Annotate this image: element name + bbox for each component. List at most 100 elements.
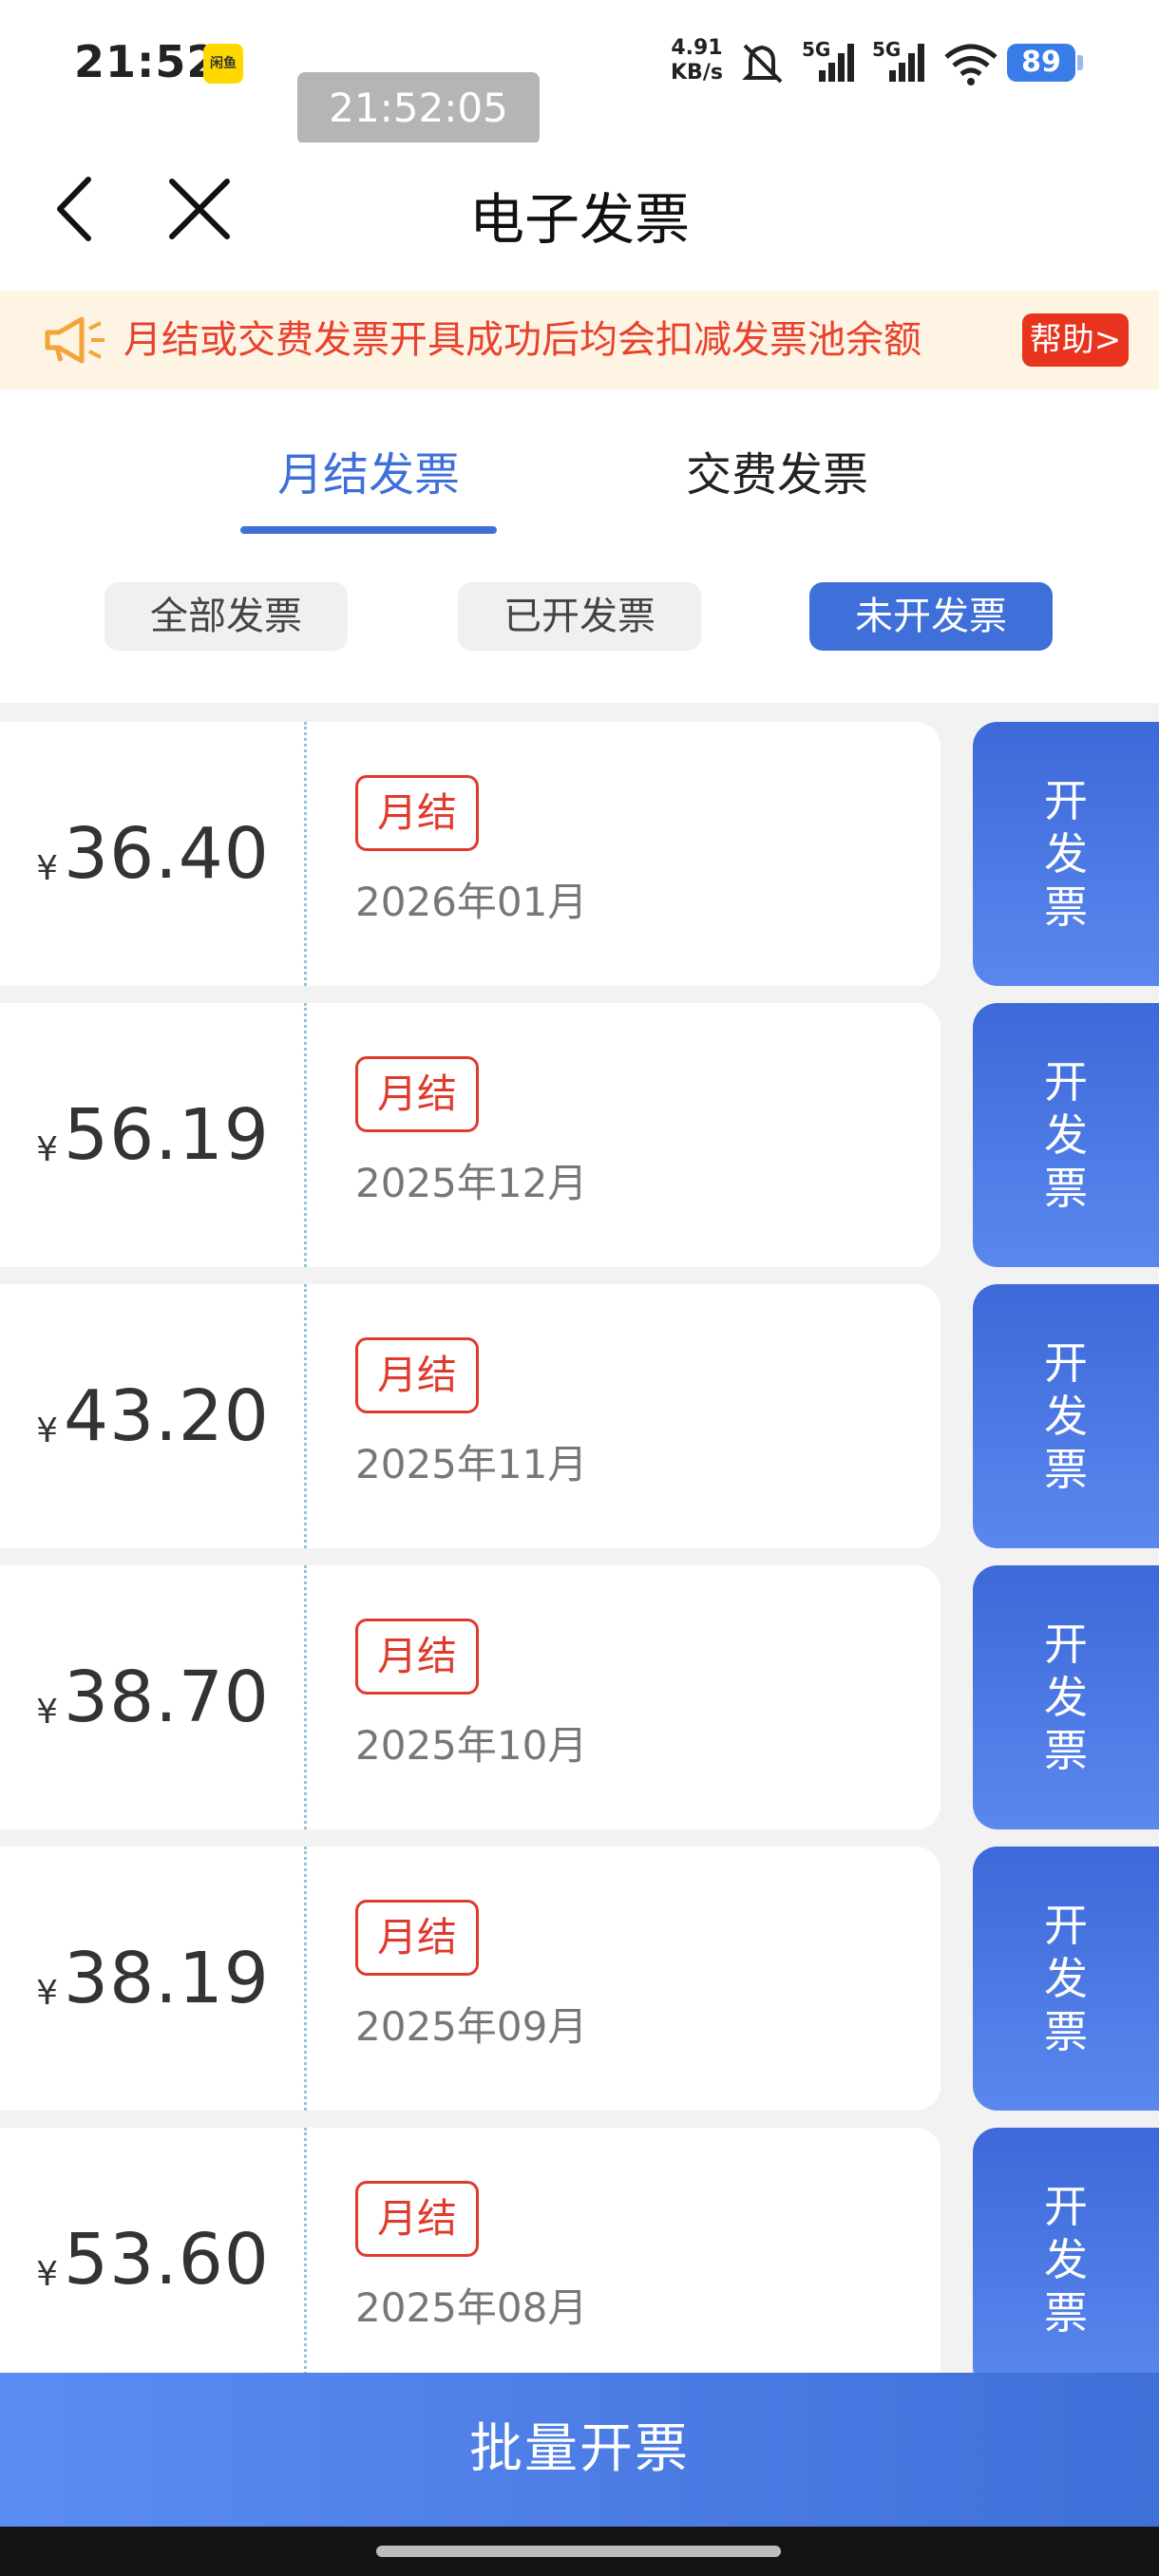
card-divider <box>304 1847 307 2111</box>
issue-invoice-button[interactable]: 开 发 票 <box>973 722 1159 986</box>
issue-button-char: 票 <box>1044 1725 1088 1776</box>
active-tab-indicator <box>240 526 497 534</box>
invoice-tabs: 月结发票 交费发票 全部发票 已开发票 未开发票 <box>0 399 1159 703</box>
invoice-amount: ¥ 56.19 <box>0 1003 306 1267</box>
tab-payment-invoice[interactable]: 交费发票 <box>635 437 920 503</box>
notice-text: 月结或交费发票开具成功后均会扣减发票池余额 <box>124 318 922 362</box>
invoice-card: ¥ 56.19 月结 2025年12月 <box>0 1003 940 1267</box>
status-bar: 21:52 闲鱼 4.91 KB/s 5G 5G 89 21:52:05 <box>0 0 1159 144</box>
billing-type-tag: 月结 <box>355 1900 479 1976</box>
network-speed-value: 4.91 <box>671 36 723 60</box>
issue-button-char: 票 <box>1044 1163 1088 1214</box>
invoice-amount: ¥ 43.20 <box>0 1284 306 1548</box>
battery-icon: 89 <box>1007 44 1083 82</box>
billing-period: 2025年11月 <box>355 1441 588 1487</box>
currency-symbol: ¥ <box>36 1129 59 1169</box>
help-button[interactable]: 帮助> <box>1022 313 1129 367</box>
billing-period: 2025年10月 <box>355 1722 588 1769</box>
issue-button-char: 票 <box>1044 881 1088 933</box>
invoice-card: ¥ 36.40 月结 2026年01月 <box>0 722 940 986</box>
billing-type-tag: 月结 <box>355 1619 479 1695</box>
amount-value: 56.19 <box>64 1094 270 1176</box>
currency-symbol: ¥ <box>36 2254 59 2294</box>
amount-value: 38.19 <box>64 1938 270 2019</box>
page-title: 电子发票 <box>468 187 690 252</box>
batch-issue-button[interactable]: 批量开票 <box>0 2373 1159 2527</box>
amount-value: 53.60 <box>64 2219 270 2301</box>
notice-banner: 月结或交费发票开具成功后均会扣减发票池余额 帮助> <box>0 291 1159 389</box>
status-time: 21:52 <box>74 36 218 87</box>
issue-button-char: 开 <box>1044 775 1088 826</box>
invoice-card: ¥ 43.20 月结 2025年11月 <box>0 1284 940 1548</box>
filter-all-invoices[interactable]: 全部发票 <box>104 582 348 651</box>
invoice-list[interactable]: ¥ 36.40 月结 2026年01月 开 发 票 ¥ 56.19 月结 202… <box>0 703 1159 2375</box>
issue-button-char: 发 <box>1044 2234 1088 2285</box>
tab-monthly-invoice[interactable]: 月结发票 <box>226 437 511 503</box>
invoice-amount: ¥ 38.70 <box>0 1565 306 1829</box>
filter-issued-invoices[interactable]: 已开发票 <box>458 582 701 651</box>
currency-symbol: ¥ <box>36 848 59 888</box>
card-divider <box>304 1284 307 1548</box>
invoice-row: ¥ 53.60 月结 2025年08月 开 发 票 <box>0 2128 1159 2375</box>
issue-button-char: 票 <box>1044 1444 1088 1495</box>
invoice-card: ¥ 38.19 月结 2025年09月 <box>0 1847 940 2111</box>
home-indicator[interactable] <box>376 2546 781 2557</box>
issue-button-char: 发 <box>1044 1672 1088 1723</box>
issue-invoice-button[interactable]: 开 发 票 <box>973 2128 1159 2375</box>
issue-button-char: 开 <box>1044 1619 1088 1670</box>
wifi-icon <box>944 44 998 85</box>
amount-value: 36.40 <box>64 813 270 895</box>
issue-button-char: 发 <box>1044 1109 1088 1161</box>
signal-icon: 5G <box>802 38 857 85</box>
issue-invoice-button[interactable]: 开 发 票 <box>973 1003 1159 1267</box>
invoice-amount: ¥ 36.40 <box>0 722 306 986</box>
issue-button-char: 开 <box>1044 2181 1088 2232</box>
issue-button-char: 票 <box>1044 2287 1088 2339</box>
currency-symbol: ¥ <box>36 1411 59 1450</box>
gesture-navigation-area <box>0 2527 1159 2576</box>
invoice-row: ¥ 36.40 月结 2026年01月 开 发 票 <box>0 722 1159 986</box>
billing-type-tag: 月结 <box>355 1337 479 1413</box>
issue-button-char: 开 <box>1044 1337 1088 1389</box>
issue-button-char: 发 <box>1044 1391 1088 1442</box>
nav-bar: 电子发票 <box>0 142 1159 275</box>
currency-symbol: ¥ <box>36 1692 59 1732</box>
billing-period: 2025年12月 <box>355 1160 588 1206</box>
invoice-row: ¥ 38.70 月结 2025年10月 开 发 票 <box>0 1565 1159 1829</box>
invoice-amount: ¥ 38.19 <box>0 1847 306 2111</box>
amount-value: 43.20 <box>64 1375 270 1457</box>
issue-invoice-button[interactable]: 开 发 票 <box>973 1565 1159 1829</box>
issue-button-char: 开 <box>1044 1900 1088 1951</box>
app-notification-icon: 闲鱼 <box>203 44 243 84</box>
billing-type-tag: 月结 <box>355 2181 479 2257</box>
invoice-amount: ¥ 53.60 <box>0 2128 306 2375</box>
issue-button-char: 开 <box>1044 1056 1088 1108</box>
card-divider <box>304 1565 307 1829</box>
billing-type-tag: 月结 <box>355 1056 479 1132</box>
issue-invoice-button[interactable]: 开 发 票 <box>973 1847 1159 2111</box>
network-speed-unit: KB/s <box>671 61 723 85</box>
signal-icon: 5G <box>872 38 927 85</box>
issue-button-char: 发 <box>1044 1953 1088 2004</box>
currency-symbol: ¥ <box>36 1973 59 2013</box>
mute-icon <box>742 44 783 84</box>
status-icons: 5G 5G <box>737 38 999 85</box>
network-speed: 4.91 KB/s <box>671 36 723 85</box>
card-divider <box>304 2128 307 2375</box>
megaphone-icon <box>45 316 104 364</box>
billing-period: 2026年01月 <box>355 879 588 925</box>
issue-invoice-button[interactable]: 开 发 票 <box>973 1284 1159 1548</box>
filter-unissued-invoices[interactable]: 未开发票 <box>809 582 1053 651</box>
card-divider <box>304 1003 307 1267</box>
billing-period: 2025年08月 <box>355 2284 588 2331</box>
billing-period: 2025年09月 <box>355 2003 588 2050</box>
invoice-row: ¥ 56.19 月结 2025年12月 开 发 票 <box>0 1003 1159 1267</box>
card-divider <box>304 722 307 986</box>
billing-type-tag: 月结 <box>355 775 479 851</box>
invoice-row: ¥ 38.19 月结 2025年09月 开 发 票 <box>0 1847 1159 2111</box>
time-toast: 21:52:05 <box>297 72 540 144</box>
issue-button-char: 发 <box>1044 828 1088 880</box>
invoice-card: ¥ 53.60 月结 2025年08月 <box>0 2128 940 2375</box>
issue-button-char: 票 <box>1044 2006 1088 2057</box>
invoice-row: ¥ 43.20 月结 2025年11月 开 发 票 <box>0 1284 1159 1548</box>
